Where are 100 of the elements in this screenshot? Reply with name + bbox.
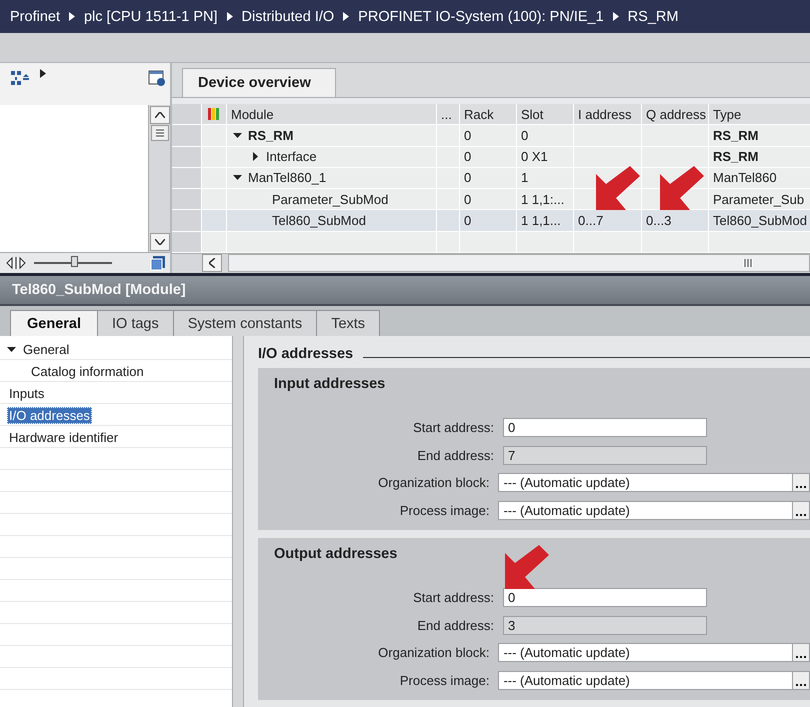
dropdown-field[interactable]: --- (Automatic update) — [498, 500, 810, 520]
annotation-arrow — [505, 545, 549, 589]
table-row[interactable]: Parameter_SubMod 0 1 1,1:... Parameter_Sub — [172, 189, 810, 210]
rack-cell: 0 — [464, 170, 472, 186]
readonly-address-field: 7 — [503, 446, 707, 465]
properties-view-icon[interactable] — [148, 69, 166, 87]
breadcrumb-item[interactable]: RS_RM — [628, 8, 678, 24]
column-header[interactable]: I address — [574, 104, 642, 124]
more-dots-icon — [796, 684, 806, 686]
more-dots-icon — [796, 656, 806, 658]
browse-button[interactable] — [792, 670, 810, 690]
network-view-icon[interactable] — [10, 69, 32, 87]
dropdown-field[interactable]: --- (Automatic update) — [498, 670, 810, 690]
dropdown-field[interactable]: --- (Automatic update) — [498, 473, 810, 492]
breadcrumb-item[interactable]: PROFINET IO-System (100): PN/IE_1 — [358, 8, 604, 24]
properties-tab[interactable]: General — [10, 310, 98, 336]
column-header[interactable]: Module — [227, 104, 437, 124]
table-row[interactable]: Interface 0 0 X1 RS_RM — [172, 146, 810, 168]
field-label: Start address: — [412, 590, 495, 606]
field-label: End address: — [416, 448, 495, 463]
type-cell: RS_RM — [713, 128, 759, 143]
properties-tab[interactable]: IO tags — [97, 310, 174, 336]
scroll-grip-icon[interactable] — [744, 259, 754, 268]
collapsed-arrow-icon[interactable] — [251, 152, 260, 162]
column-header[interactable]: Rack — [460, 104, 517, 124]
field-label: Organization block: — [377, 645, 490, 660]
chevron-down-icon — [154, 239, 164, 245]
annotation-arrow — [596, 166, 640, 210]
browse-button[interactable] — [792, 500, 810, 520]
column-header[interactable]: ... — [437, 104, 460, 124]
module-name: Parameter_SubMod — [272, 192, 388, 207]
rack-cell: 0 — [464, 212, 472, 228]
expanded-arrow-icon[interactable] — [233, 130, 242, 140]
input-address-cell: 0...7 — [578, 212, 604, 228]
module-name: RS_RM — [248, 128, 294, 143]
breadcrumb-separator-icon — [226, 12, 232, 21]
nav-item[interactable]: Hardware identifier — [7, 428, 120, 446]
output-address-cell: 0...3 — [646, 212, 672, 228]
column-header[interactable]: Q address — [642, 104, 709, 124]
scroll-left-button[interactable] — [202, 254, 222, 272]
properties-tab[interactable]: Texts — [316, 310, 380, 336]
expanded-arrow-icon[interactable] — [7, 344, 16, 354]
nav-item[interactable]: I/O addresses — [7, 406, 92, 424]
table-row[interactable]: Tel860_SubMod 0 1 1,1... 0...7 0...3 Tel860_SubMod — [172, 210, 810, 232]
field-label: End address: — [416, 618, 495, 633]
field-label: Organization block: — [377, 475, 490, 490]
scroll-thumb-icon[interactable] — [150, 125, 168, 141]
browse-button[interactable] — [792, 643, 810, 662]
module-name: ManTel860_1 — [248, 170, 326, 186]
column-header[interactable]: Slot — [517, 104, 574, 124]
breadcrumb-item[interactable]: plc [CPU 1511-1 PN] — [84, 8, 218, 24]
type-cell: Parameter_Sub — [713, 192, 804, 207]
table-row[interactable]: RS_RM 0 0 RS_RM — [172, 125, 810, 146]
expand-arrow-icon[interactable] — [40, 69, 46, 78]
scroll-down-button[interactable] — [150, 233, 170, 251]
overview-icon[interactable] — [150, 255, 166, 271]
section-title: I/O addresses — [258, 346, 354, 362]
module-status-icon — [206, 106, 222, 122]
group-title: Input addresses — [274, 376, 386, 392]
horizontal-scrollbar[interactable] — [228, 254, 810, 272]
breadcrumb-separator-icon — [343, 12, 350, 21]
scroll-up-button[interactable] — [150, 106, 170, 124]
rack-cell: 0 — [464, 128, 472, 143]
type-cell: Tel860_SubMod — [713, 212, 807, 228]
expanded-arrow-icon[interactable] — [233, 173, 242, 182]
chevron-left-icon — [209, 258, 215, 268]
address-field[interactable]: 0 — [503, 588, 707, 608]
nav-item[interactable]: Catalog information — [29, 362, 146, 380]
device-overview-tab[interactable]: Device overview — [182, 68, 336, 97]
type-cell: ManTel860 — [713, 170, 777, 186]
breadcrumb-separator-icon — [68, 12, 75, 21]
chevron-up-icon — [154, 112, 164, 118]
slot-cell: 0 — [521, 128, 528, 143]
nav-item[interactable]: Inputs — [7, 384, 46, 402]
field-label: Process image: — [398, 672, 490, 688]
slot-cell: 0 X1 — [521, 149, 548, 164]
slot-cell: 1 1,1:... — [521, 192, 564, 207]
breadcrumb-item[interactable]: Distributed I/O — [242, 8, 334, 24]
zoom-slider-thumb[interactable] — [71, 256, 78, 267]
group-title: Output addresses — [274, 546, 398, 562]
properties-tab[interactable]: System constants — [172, 310, 318, 336]
nav-item[interactable]: General — [21, 340, 72, 358]
fit-view-icon[interactable] — [6, 256, 26, 270]
field-label: Process image: — [398, 502, 490, 518]
browse-button[interactable] — [792, 473, 810, 492]
annotation-arrow — [660, 166, 704, 210]
breadcrumb-item[interactable]: Profinet — [10, 8, 60, 24]
address-field[interactable]: 0 — [503, 418, 707, 438]
vertical-scrollbar[interactable] — [148, 105, 170, 252]
more-dots-icon — [796, 486, 806, 488]
type-cell: RS_RM — [713, 149, 759, 164]
dropdown-field[interactable]: --- (Automatic update) — [498, 643, 810, 662]
rack-cell: 0 — [464, 192, 472, 207]
column-header[interactable]: Type — [709, 104, 810, 124]
slot-cell: 1 — [521, 170, 528, 186]
rack-cell: 0 — [464, 149, 472, 164]
module-name: Tel860_SubMod — [272, 212, 366, 228]
panel-title: Tel860_SubMod [Module] — [0, 276, 810, 306]
module-name: Interface — [266, 149, 317, 164]
breadcrumb-separator-icon — [612, 12, 619, 21]
